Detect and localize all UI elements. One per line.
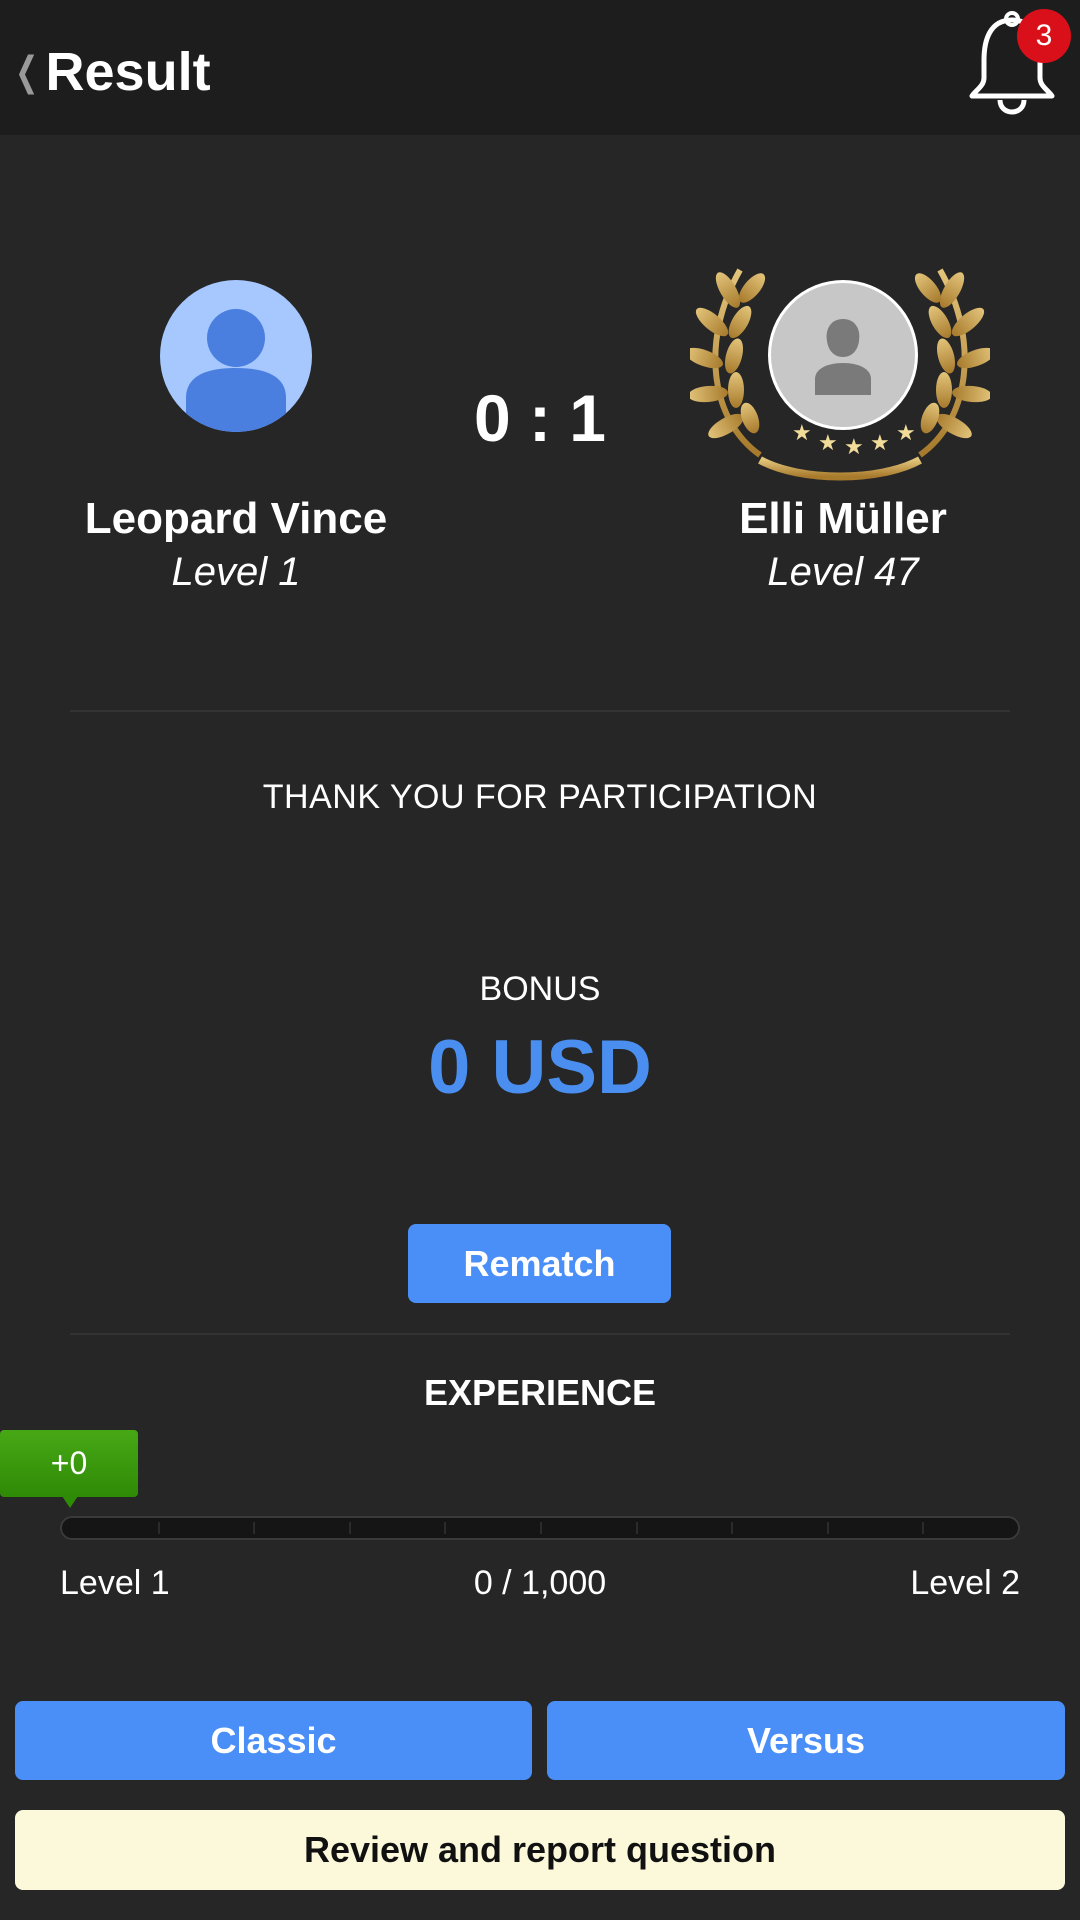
opponent-info: Elli Müller Level 47 — [633, 494, 1053, 595]
back-button[interactable]: ❮ Result — [10, 42, 211, 102]
thank-you-message: THANK YOU FOR PARTICIPATION — [262, 778, 818, 816]
player-info: Leopard Vince Level 1 — [26, 494, 446, 595]
xp-badge-pointer — [62, 1496, 78, 1508]
svg-text:★: ★ — [896, 421, 916, 446]
xp-tick — [731, 1522, 734, 1534]
review-report-button[interactable]: Review and report question — [15, 1810, 1065, 1890]
xp-tick — [922, 1522, 925, 1534]
player-name: Leopard Vince — [84, 494, 388, 543]
opponent-level: Level 47 — [767, 550, 919, 594]
xp-end-level: Level 2 — [910, 1564, 1020, 1602]
xp-tick — [157, 1522, 160, 1534]
xp-tick — [540, 1522, 542, 1534]
page-title: Result — [45, 42, 211, 102]
divider — [70, 1333, 1010, 1335]
match-score: 0 : 1 — [473, 381, 607, 455]
xp-progress-bar — [60, 1516, 1020, 1540]
opponent-avatar — [768, 280, 918, 430]
chevron-left-icon: ❮ — [15, 50, 39, 94]
xp-tick — [348, 1522, 351, 1534]
bonus-label: BONUS — [479, 970, 601, 1008]
svg-text:★: ★ — [870, 431, 890, 456]
xp-tick — [826, 1522, 829, 1534]
notification-badge: 3 — [1017, 9, 1071, 63]
xp-tick — [444, 1522, 447, 1534]
person-icon — [186, 309, 286, 432]
svg-text:★: ★ — [792, 421, 812, 446]
opponent-name: Elli Müller — [739, 494, 947, 543]
xp-gain-badge: +0 — [0, 1430, 138, 1497]
versus-button[interactable]: Versus — [547, 1701, 1065, 1780]
rematch-button[interactable]: Rematch — [408, 1224, 671, 1303]
player-level: Level 1 — [171, 550, 301, 594]
person-icon — [815, 319, 871, 395]
svg-text:★: ★ — [844, 435, 864, 460]
xp-tick — [635, 1522, 638, 1534]
player-avatar — [160, 280, 312, 432]
divider — [70, 710, 1010, 712]
xp-start-level: Level 1 — [60, 1564, 170, 1602]
classic-button[interactable]: Classic — [15, 1701, 532, 1780]
experience-title: EXPERIENCE — [423, 1372, 657, 1413]
xp-tick — [253, 1522, 256, 1534]
svg-text:★: ★ — [818, 431, 838, 456]
bonus-value: 0 USD — [428, 1025, 652, 1110]
xp-progress-text: 0 / 1,000 — [473, 1564, 607, 1602]
